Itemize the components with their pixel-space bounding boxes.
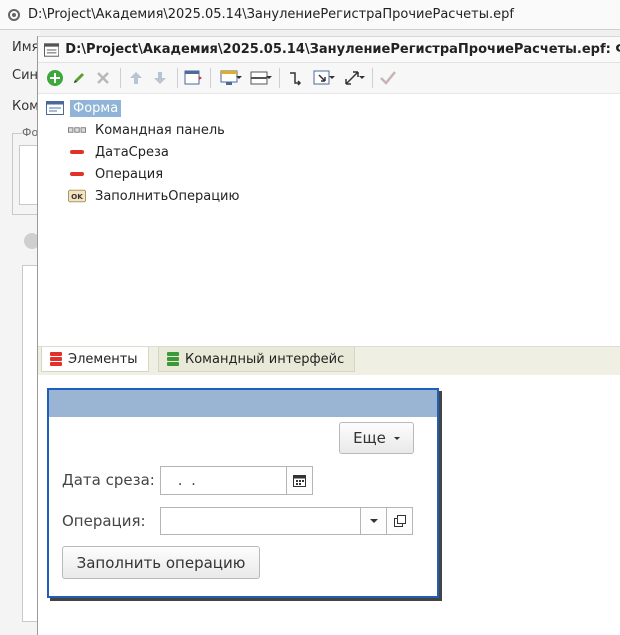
elements-icon bbox=[50, 352, 62, 366]
toolbar-separator bbox=[120, 68, 121, 88]
fill-operation-button[interactable]: Заполнить операцию bbox=[62, 546, 260, 579]
check-icon bbox=[380, 71, 396, 85]
calendar-icon bbox=[293, 475, 306, 487]
move-down-icon bbox=[154, 72, 166, 84]
tree-item-operation-field[interactable]: Операция bbox=[68, 164, 166, 184]
toolbar-separator bbox=[210, 68, 211, 88]
chevron-down-icon bbox=[266, 76, 272, 79]
command-bar-icon bbox=[68, 123, 86, 137]
back-group-caption: Фо bbox=[22, 126, 38, 139]
toolbar-separator bbox=[279, 68, 280, 88]
button-icon: OK bbox=[68, 189, 86, 203]
tree-item-form[interactable]: Форма bbox=[46, 98, 122, 118]
operation-label: Операция: bbox=[62, 512, 146, 530]
settings-icon bbox=[8, 8, 20, 21]
back-window-titlebar: D:\Project\Академия\2025.05.14\Зануление… bbox=[0, 0, 620, 30]
field-icon bbox=[68, 145, 86, 159]
tree-item-label: ДатаСреза bbox=[95, 144, 169, 160]
appearance-dropdown[interactable] bbox=[215, 67, 243, 89]
delete-button[interactable] bbox=[92, 67, 114, 89]
edit-icon bbox=[74, 73, 84, 83]
operation-open-button[interactable] bbox=[386, 507, 413, 535]
add-icon bbox=[47, 70, 63, 86]
date-label: Дата среза: bbox=[62, 471, 155, 489]
check-button[interactable] bbox=[377, 67, 399, 89]
back-label-comment: Ком bbox=[12, 99, 39, 114]
swap-icon bbox=[290, 72, 302, 86]
more-button[interactable]: Еще bbox=[339, 422, 414, 454]
operation-dropdown-button[interactable] bbox=[360, 507, 387, 535]
tree-item-fill-button[interactable]: OK ЗаполнитьОперацию bbox=[68, 186, 242, 206]
grouping-dropdown[interactable] bbox=[245, 67, 273, 89]
command-interface-icon bbox=[167, 352, 179, 366]
move-down-button[interactable] bbox=[149, 67, 171, 89]
toolbar-separator bbox=[177, 68, 178, 88]
form-properties-button[interactable] bbox=[182, 67, 204, 89]
resize-dropdown[interactable] bbox=[338, 67, 366, 89]
more-button-label: Еще bbox=[353, 429, 386, 447]
tab-command-interface-label: Командный интерфейс bbox=[185, 351, 345, 367]
form-preview-header bbox=[49, 390, 437, 417]
fill-operation-button-label: Заполнить операцию bbox=[76, 553, 246, 572]
chevron-down-icon bbox=[359, 76, 365, 79]
back-label-synonym: Син bbox=[12, 68, 39, 83]
field-icon bbox=[68, 167, 86, 181]
chevron-down-icon bbox=[369, 519, 378, 523]
swap-button[interactable] bbox=[284, 67, 306, 89]
form-editor-title: D:\Project\Академия\2025.05.14\Зануление… bbox=[65, 42, 620, 57]
tree-item-label: ЗаполнитьОперацию bbox=[95, 188, 240, 204]
form-editor-window: D:\Project\Академия\2025.05.14\Зануление… bbox=[37, 36, 620, 635]
tab-elements-label: Элементы bbox=[68, 351, 138, 367]
tree-item-command-bar[interactable]: Командная панель bbox=[68, 120, 228, 140]
move-up-button[interactable] bbox=[125, 67, 147, 89]
open-icon bbox=[393, 515, 406, 527]
form-editor-titlebar: D:\Project\Академия\2025.05.14\Зануление… bbox=[38, 36, 620, 63]
date-input[interactable]: . . bbox=[160, 466, 287, 495]
toolbar bbox=[38, 63, 620, 94]
tab-elements[interactable]: Элементы bbox=[41, 347, 149, 372]
resize-icon bbox=[345, 71, 359, 85]
toolbar-separator bbox=[372, 68, 373, 88]
edit-button[interactable] bbox=[68, 67, 90, 89]
chevron-down-icon bbox=[393, 436, 400, 440]
add-button[interactable] bbox=[44, 67, 66, 89]
svg-text:OK: OK bbox=[71, 192, 83, 201]
operation-input[interactable] bbox=[160, 507, 361, 535]
tree-item-label: Операция bbox=[95, 166, 164, 182]
tree-item-date-field[interactable]: ДатаСреза bbox=[68, 142, 172, 162]
move-up-icon bbox=[130, 72, 142, 84]
form-icon bbox=[184, 70, 202, 85]
calendar-button[interactable] bbox=[286, 466, 313, 495]
back-label-name: Имя bbox=[12, 40, 40, 55]
delete-icon bbox=[97, 72, 109, 84]
editor-tabs: Элементы Командный интерфейс bbox=[38, 346, 620, 375]
chevron-down-icon bbox=[236, 76, 242, 79]
form-icon bbox=[46, 101, 64, 115]
window-icon bbox=[44, 42, 60, 57]
back-window-title: D:\Project\Академия\2025.05.14\Зануление… bbox=[28, 7, 514, 22]
form-preview: Еще Дата среза: . . Операция: Заполнить … bbox=[47, 388, 439, 598]
elements-tree: Форма Командная панель ДатаСреза Операци… bbox=[38, 94, 620, 346]
select-dropdown[interactable] bbox=[308, 67, 336, 89]
tree-item-label: Командная панель bbox=[95, 122, 225, 138]
tree-item-label: Форма bbox=[70, 99, 122, 117]
chevron-down-icon bbox=[329, 76, 335, 79]
tab-command-interface[interactable]: Командный интерфейс bbox=[158, 347, 356, 372]
